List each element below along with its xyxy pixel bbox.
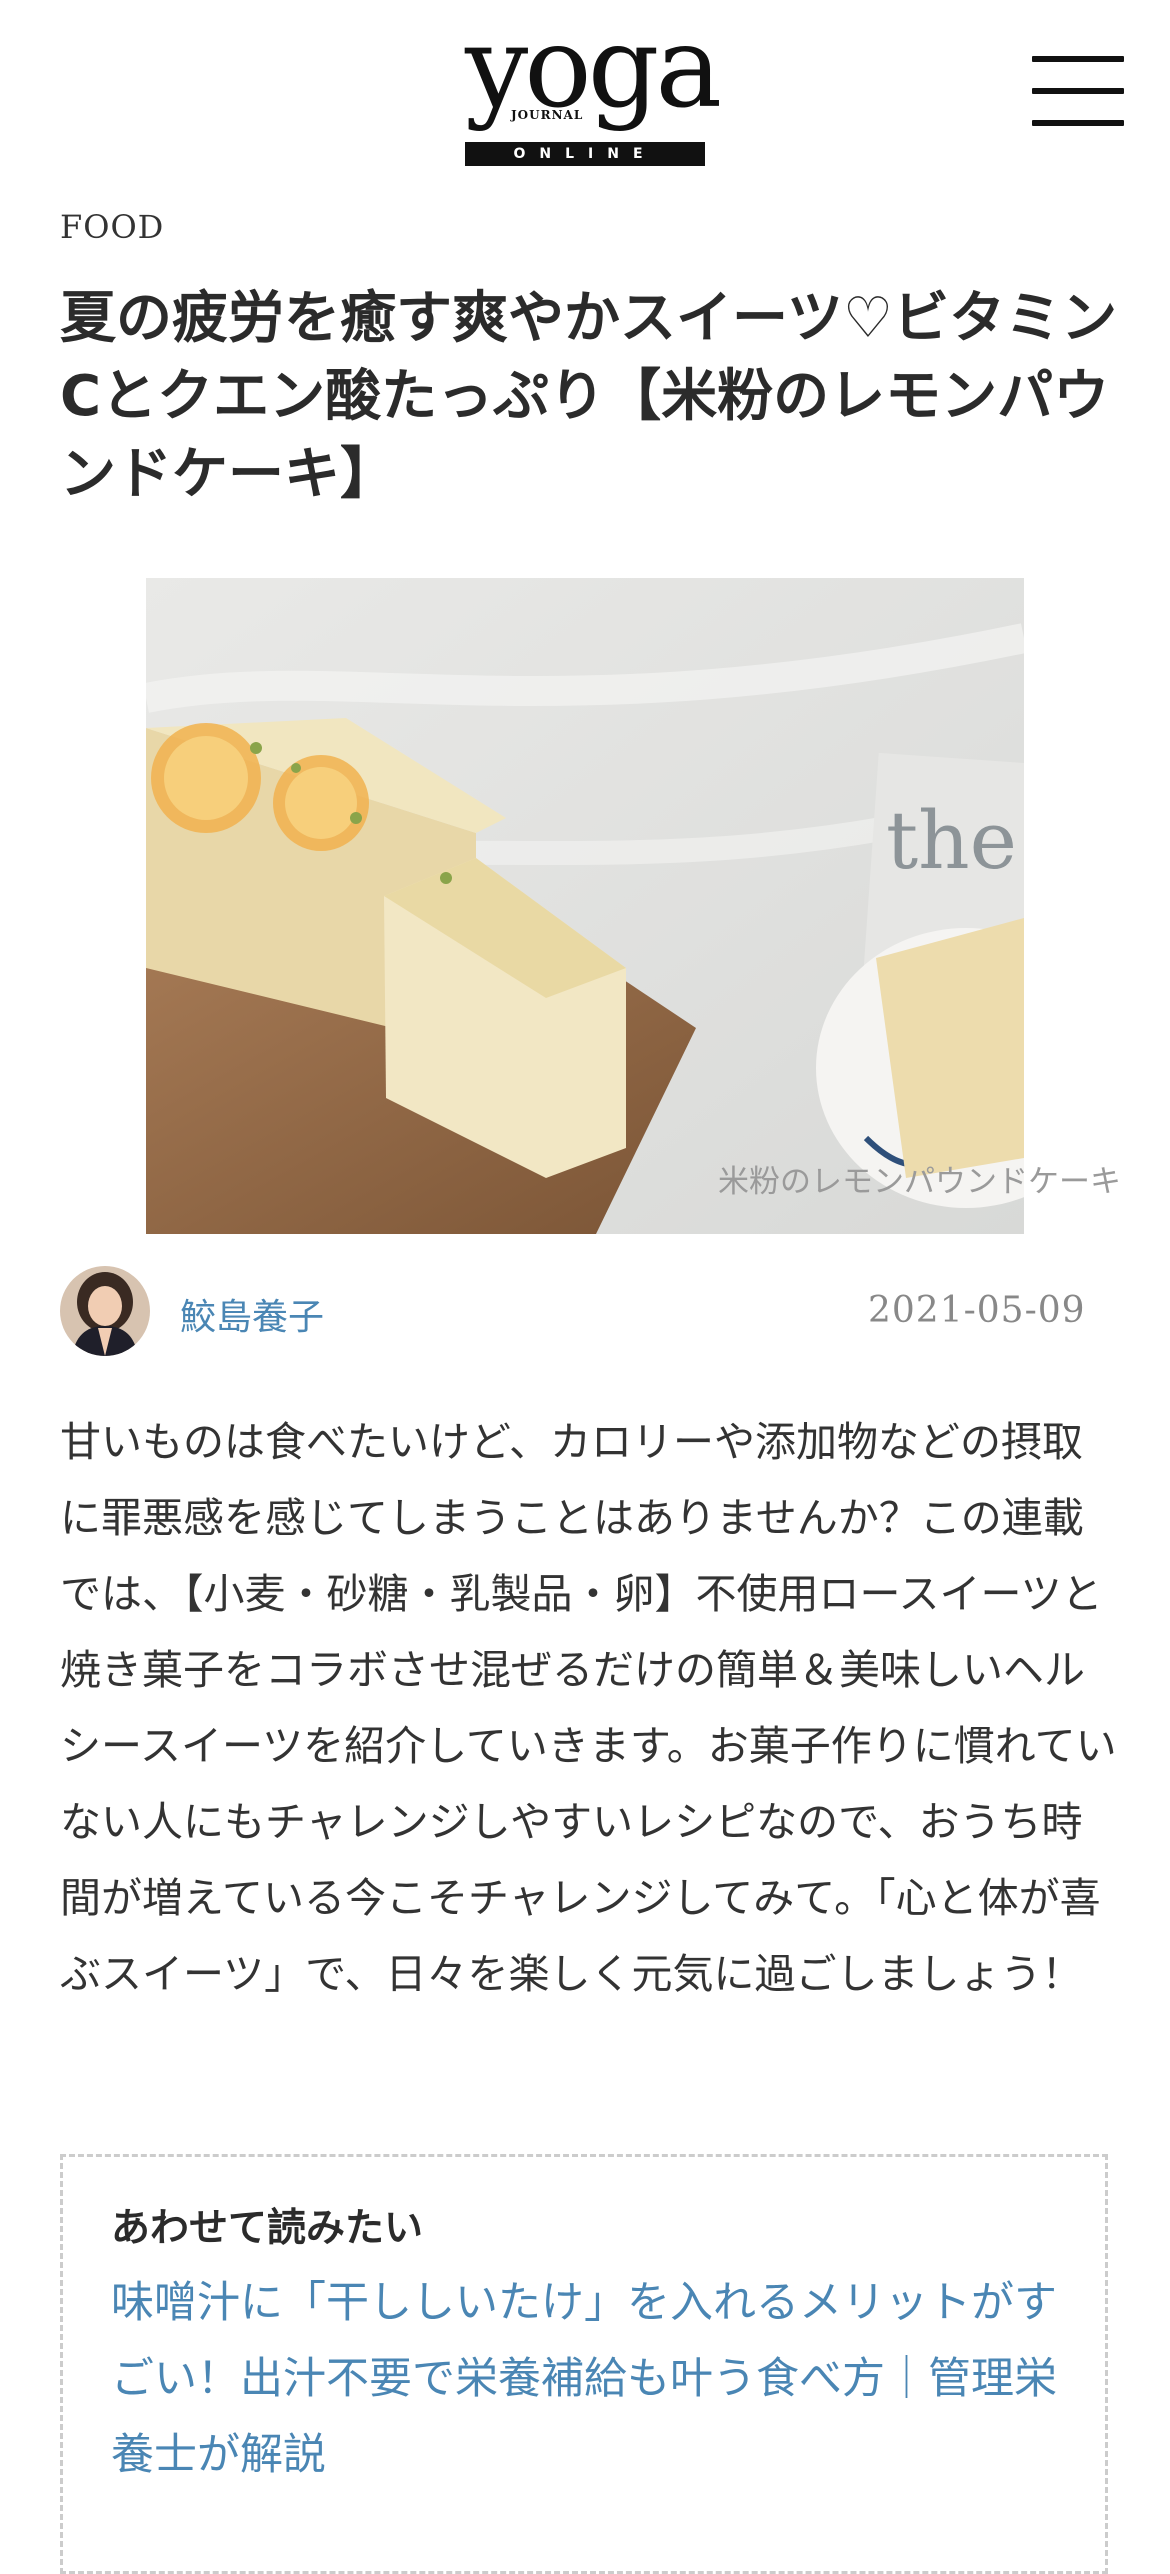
publish-date: 2021-05-09 (868, 1290, 1086, 1331)
article-category[interactable]: FOOD (60, 208, 164, 246)
author-avatar[interactable] (60, 1266, 150, 1356)
logo-journal-text: JOURNAL (511, 108, 584, 122)
related-article-link[interactable]: 味噌汁に「干ししいたけ」を入れるメリットがすごい！出汁不要で栄養補給も叶う食べ方… (111, 2265, 1071, 2493)
yoga-journal-logo[interactable]: yoga JOURNAL ONLINE (465, 12, 722, 170)
related-article-box: あわせて読みたい 味噌汁に「干ししいたけ」を入れるメリットがすごい！出汁不要で栄… (60, 2154, 1108, 2574)
logo-wordmark: yoga (465, 3, 722, 133)
article-title: 夏の疲労を癒す爽やかスイーツ♡ビタミンCとクエン酸たっぷり【米粉のレモンパウンド… (60, 286, 1118, 507)
hero-image: the (146, 578, 1024, 1234)
site-header: yoga JOURNAL ONLINE (0, 0, 1170, 180)
svg-text:the: the (886, 794, 1017, 887)
author-link[interactable]: 鮫島養子 (180, 1288, 324, 1340)
article-intro: 甘いものは食べたいけど、カロリーや添加物などの摂取に罪悪感を感じてしまうことはあ… (60, 1418, 1117, 1998)
hamburger-menu-icon[interactable] (1032, 56, 1124, 126)
image-caption: 米粉のレモンパウンドケーキ (718, 1164, 1121, 1200)
lemon-pound-cake-photo-icon: the (146, 578, 1024, 1234)
logo-online-bar: ONLINE (465, 142, 705, 166)
related-heading: あわせて読みたい (111, 2206, 424, 2251)
author-avatar-icon (60, 1266, 150, 1356)
